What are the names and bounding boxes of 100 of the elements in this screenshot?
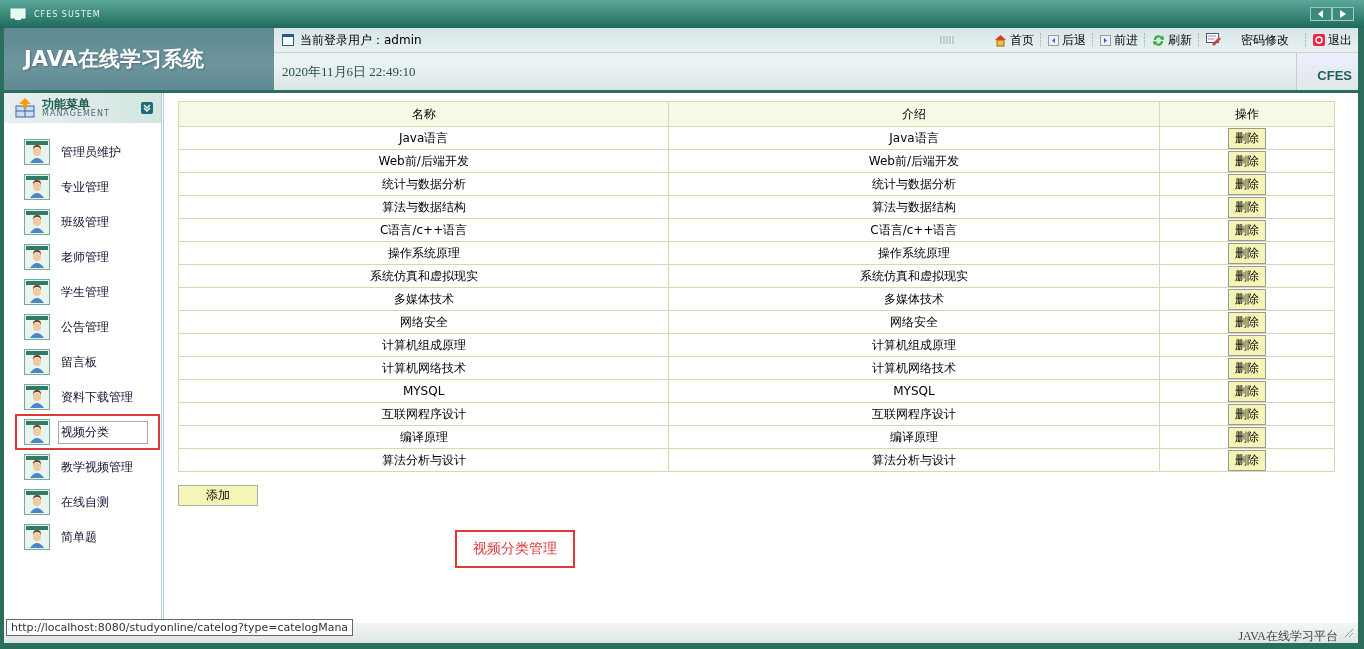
column-header: 操作 bbox=[1159, 101, 1335, 127]
table-cell: Web前/后端开发 bbox=[178, 149, 669, 173]
table-cell: 计算机组成原理 bbox=[178, 333, 669, 357]
user-card-icon bbox=[24, 454, 50, 480]
table-cell: MYSQL bbox=[178, 379, 669, 403]
user-card-icon bbox=[24, 314, 50, 340]
table-cell: Java语言 bbox=[178, 126, 669, 150]
user-card-icon bbox=[24, 349, 50, 375]
user-card-icon bbox=[24, 524, 50, 550]
annotation-label: 视频分类管理 bbox=[455, 530, 575, 568]
delete-button[interactable]: 删除 bbox=[1227, 449, 1266, 471]
delete-button[interactable]: 删除 bbox=[1227, 380, 1266, 402]
table-cell: 统计与数据分析 bbox=[668, 172, 1160, 196]
back-link[interactable]: 后退 bbox=[1048, 31, 1086, 49]
monitor-icon bbox=[10, 7, 26, 21]
user-card-icon bbox=[24, 174, 50, 200]
exit-icon bbox=[1313, 34, 1325, 46]
delete-button[interactable]: 删除 bbox=[1227, 265, 1266, 287]
delete-button[interactable]: 删除 bbox=[1227, 426, 1266, 448]
table-cell: 多媒体技术 bbox=[178, 287, 669, 311]
table-cell: 网络安全 bbox=[178, 310, 669, 334]
window-icon bbox=[282, 34, 294, 46]
delete-button[interactable]: 删除 bbox=[1227, 357, 1266, 379]
home-link[interactable]: 首页 bbox=[994, 31, 1034, 49]
table-cell: 系统仿真和虚拟现实 bbox=[178, 264, 669, 288]
table-cell: 操作系统原理 bbox=[178, 241, 669, 265]
delete-button[interactable]: 删除 bbox=[1227, 173, 1266, 195]
delete-button[interactable]: 删除 bbox=[1227, 288, 1266, 310]
menu-item[interactable]: 学生管理 bbox=[58, 280, 112, 304]
menu-item[interactable]: 公告管理 bbox=[58, 315, 112, 339]
left-arrow-button[interactable] bbox=[1310, 7, 1332, 21]
menu-title: 功能菜单 bbox=[42, 98, 90, 110]
table-cell: 计算机网络技术 bbox=[668, 356, 1160, 380]
system-title: JAVA在线学习系统 bbox=[24, 46, 204, 73]
table-cell: 算法与数据结构 bbox=[668, 195, 1160, 219]
delete-button[interactable]: 删除 bbox=[1227, 311, 1266, 333]
add-button[interactable]: 添加 bbox=[178, 485, 258, 506]
column-header: 介绍 bbox=[668, 101, 1160, 127]
datetime-text: 2020年11月6日 22:49:10 bbox=[282, 62, 416, 81]
right-arrow-button[interactable] bbox=[1332, 7, 1354, 21]
table-cell: 系统仿真和虚拟现实 bbox=[668, 264, 1160, 288]
delete-button[interactable]: 删除 bbox=[1227, 150, 1266, 172]
column-header: 名称 bbox=[178, 101, 669, 127]
table-cell: 统计与数据分析 bbox=[178, 172, 669, 196]
delete-button[interactable]: 删除 bbox=[1227, 196, 1266, 218]
menu-item[interactable]: 简单题 bbox=[58, 525, 100, 549]
current-user-label: 当前登录用户：admin bbox=[300, 31, 422, 49]
grip-icon bbox=[940, 36, 954, 44]
table-cell: C语言/c++语言 bbox=[668, 218, 1160, 242]
user-card-icon bbox=[24, 209, 50, 235]
user-card-icon bbox=[24, 489, 50, 515]
menu-item[interactable]: 教学视频管理 bbox=[58, 455, 136, 479]
menu-subtitle: MANAGEMENT bbox=[42, 110, 110, 118]
table-cell: MYSQL bbox=[668, 379, 1160, 403]
delete-button[interactable]: 删除 bbox=[1227, 334, 1266, 356]
table-cell: 编译原理 bbox=[668, 425, 1160, 449]
refresh-link[interactable]: 刷新 bbox=[1152, 31, 1192, 49]
upload-box-icon bbox=[14, 98, 36, 118]
delete-button[interactable]: 删除 bbox=[1227, 219, 1266, 241]
menu-item[interactable]: 资料下载管理 bbox=[58, 385, 136, 409]
user-card-icon bbox=[24, 384, 50, 410]
left-triangle-icon bbox=[1318, 10, 1324, 18]
table-cell: 算法与数据结构 bbox=[178, 195, 669, 219]
menu-item[interactable]: 管理员维护 bbox=[58, 140, 124, 164]
table-cell: 互联网程序设计 bbox=[668, 402, 1160, 426]
table-cell: 计算机网络技术 bbox=[178, 356, 669, 380]
user-card-icon bbox=[24, 139, 50, 165]
menu-item[interactable]: 在线自测 bbox=[58, 490, 112, 514]
table-cell: C语言/c++语言 bbox=[178, 218, 669, 242]
menu-item[interactable]: 专业管理 bbox=[58, 175, 112, 199]
pencil-note-icon bbox=[1206, 33, 1222, 47]
edit-link[interactable]: 密码修改 bbox=[1206, 31, 1299, 49]
menu-item[interactable]: 留言板 bbox=[58, 350, 100, 374]
user-card-icon bbox=[24, 279, 50, 305]
menu-item[interactable]: 视频分类 bbox=[58, 420, 148, 444]
right-triangle-icon bbox=[1340, 10, 1346, 18]
table-cell: 算法分析与设计 bbox=[178, 448, 669, 472]
delete-button[interactable]: 删除 bbox=[1227, 242, 1266, 264]
brand-label: CFES bbox=[1296, 53, 1358, 90]
exit-link[interactable]: 退出 bbox=[1313, 31, 1352, 49]
table-cell: 多媒体技术 bbox=[668, 287, 1160, 311]
menu-item[interactable]: 老师管理 bbox=[58, 245, 112, 269]
table-cell: 算法分析与设计 bbox=[668, 448, 1160, 472]
house-icon bbox=[994, 33, 1007, 47]
delete-button[interactable]: 删除 bbox=[1227, 127, 1266, 149]
user-card-icon bbox=[24, 244, 50, 270]
footer-text: JAVA在线学习平台 bbox=[1238, 627, 1338, 645]
table-cell: 计算机组成原理 bbox=[668, 333, 1160, 357]
window-title: CFES SUSTEM bbox=[34, 9, 101, 19]
collapse-button[interactable] bbox=[141, 102, 153, 114]
table-cell: 互联网程序设计 bbox=[178, 402, 669, 426]
forward-link[interactable]: 前进 bbox=[1100, 31, 1138, 49]
table-cell: Web前/后端开发 bbox=[668, 149, 1160, 173]
user-card-icon bbox=[24, 419, 50, 445]
delete-button[interactable]: 删除 bbox=[1227, 403, 1266, 425]
table-cell: 操作系统原理 bbox=[668, 241, 1160, 265]
menu-item[interactable]: 班级管理 bbox=[58, 210, 112, 234]
table-cell: 编译原理 bbox=[178, 425, 669, 449]
resize-grip-icon bbox=[1344, 628, 1354, 638]
table-cell: 网络安全 bbox=[668, 310, 1160, 334]
